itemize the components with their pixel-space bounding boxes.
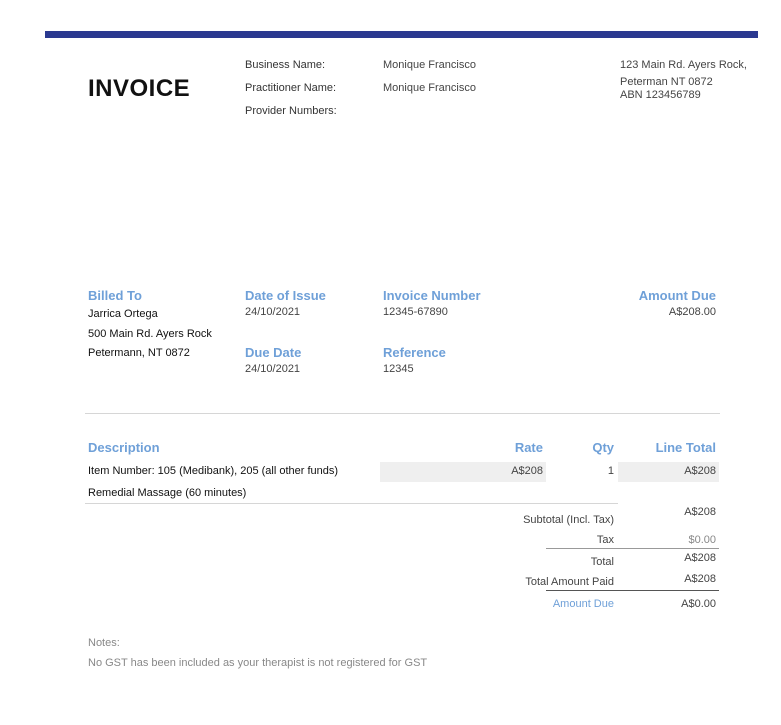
- line-item-total: A$208: [684, 465, 716, 477]
- business-name-label: Business Name:: [245, 59, 326, 71]
- line-item-description-1: Item Number: 105 (Medibank), 205 (all ot…: [88, 465, 339, 477]
- due-date-value: 24/10/2021: [245, 363, 301, 375]
- notes-label: Notes:: [88, 637, 120, 649]
- provider-numbers-label: Provider Numbers:: [245, 105, 337, 117]
- address-line-1: 123 Main Rd. Ayers Rock,: [620, 59, 747, 71]
- reference-value: 12345: [383, 363, 414, 375]
- billed-to-address-2: Petermann, NT 0872: [88, 347, 190, 359]
- address-line-2: Peterman NT 0872: [620, 76, 713, 88]
- line-items-bottom-rule: [85, 503, 618, 504]
- tax-rule: [546, 548, 719, 549]
- practitioner-name-value: Monique Francisco: [383, 82, 476, 94]
- amount-due-label: Amount Due: [638, 288, 716, 303]
- amount-due-footer-label: Amount Due: [552, 598, 614, 610]
- invoice-title: INVOICE: [88, 75, 191, 102]
- total-paid-label: Total Amount Paid: [525, 576, 614, 588]
- due-date-label: Due Date: [245, 345, 302, 360]
- billed-to-address-1: 500 Main Rd. Ayers Rock: [88, 328, 212, 340]
- date-of-issue-label: Date of Issue: [245, 288, 326, 303]
- subtotal-value: A$208: [684, 506, 716, 518]
- invoice-number-label: Invoice Number: [383, 288, 481, 303]
- amount-due-footer-value: A$0.00: [681, 598, 716, 610]
- billed-to-name: Jarrica Ortega: [88, 308, 158, 320]
- total-label: Total: [590, 556, 614, 568]
- line-item-description-2: Remedial Massage (60 minutes): [88, 487, 247, 499]
- abn: ABN 123456789: [620, 89, 701, 101]
- date-of-issue-value: 24/10/2021: [245, 306, 301, 318]
- invoice-number-value: 12345-67890: [383, 306, 448, 318]
- col-header-rate: Rate: [514, 440, 543, 455]
- business-name-value: Monique Francisco: [383, 59, 476, 71]
- col-header-description: Description: [88, 440, 160, 455]
- header-accent-bar: [45, 31, 758, 38]
- col-header-line-total: Line Total: [655, 440, 716, 455]
- notes-text: No GST has been included as your therapi…: [88, 657, 428, 669]
- line-item-rate: A$208: [511, 465, 543, 477]
- tax-value: $0.00: [688, 534, 716, 546]
- subtotal-label: Subtotal (Incl. Tax): [523, 514, 614, 526]
- total-paid-rule: [546, 590, 719, 591]
- total-value: A$208: [684, 552, 716, 564]
- practitioner-name-label: Practitioner Name:: [245, 82, 337, 94]
- line-item-qty: 1: [607, 465, 614, 477]
- col-header-qty: Qty: [592, 440, 614, 455]
- tax-label: Tax: [596, 534, 614, 546]
- amount-due-value: A$208.00: [668, 306, 716, 318]
- section-divider: [85, 413, 720, 414]
- reference-label: Reference: [383, 345, 446, 360]
- total-paid-value: A$208: [684, 573, 716, 585]
- billed-to-label: Billed To: [88, 288, 142, 303]
